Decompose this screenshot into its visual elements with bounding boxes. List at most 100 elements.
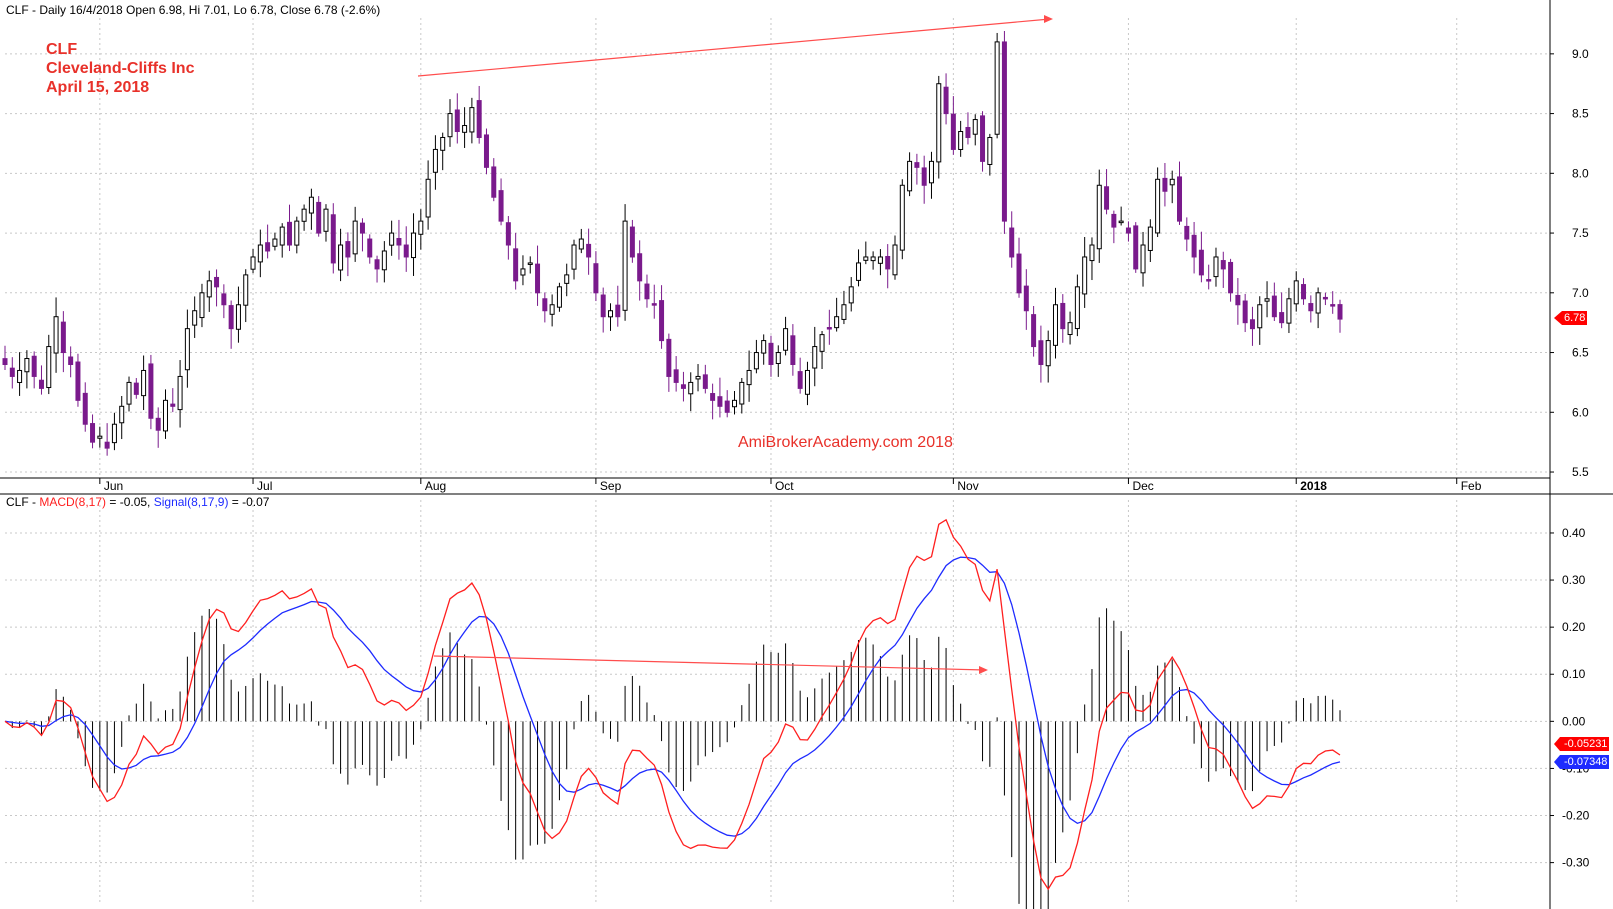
gridlines xyxy=(5,18,1550,905)
candle xyxy=(323,204,329,242)
candle xyxy=(170,388,176,413)
candle xyxy=(396,219,402,260)
candle-body xyxy=(1031,314,1037,348)
candle xyxy=(214,269,220,307)
candle-body xyxy=(753,352,759,370)
candle xyxy=(345,232,351,277)
candle xyxy=(155,407,161,448)
candle-body xyxy=(1264,298,1270,302)
x-tick-label: Sep xyxy=(600,479,622,493)
candle-body xyxy=(301,208,307,222)
candle-body xyxy=(1001,41,1007,222)
candle-body xyxy=(53,316,59,354)
candle xyxy=(483,128,489,175)
candle-body xyxy=(1133,225,1139,270)
candle-body xyxy=(1337,304,1343,320)
candle xyxy=(82,382,88,432)
candle xyxy=(1330,291,1336,314)
candle xyxy=(425,160,431,230)
candle xyxy=(17,352,23,396)
candle-body xyxy=(629,226,635,258)
indicator-lines xyxy=(4,15,1341,891)
candle-body xyxy=(921,167,927,186)
candle-body xyxy=(352,220,358,255)
candle-body xyxy=(1213,256,1219,278)
candle-body xyxy=(863,256,869,261)
candle-body xyxy=(469,107,475,133)
candle xyxy=(950,96,956,155)
candle-body xyxy=(192,310,198,326)
candle-body xyxy=(316,201,322,234)
candle xyxy=(491,158,497,202)
candle xyxy=(856,249,862,287)
candle-body xyxy=(950,113,956,150)
candle-body xyxy=(761,340,767,354)
candle xyxy=(746,350,752,402)
candle-body xyxy=(133,382,139,395)
candle xyxy=(848,277,854,312)
candle xyxy=(403,226,409,272)
candle-body xyxy=(184,328,190,371)
candle-body xyxy=(666,338,672,377)
candle xyxy=(60,311,66,373)
y-tick-label: 7.0 xyxy=(1572,286,1589,300)
candle-body xyxy=(1206,279,1212,282)
candle xyxy=(739,377,745,414)
candle xyxy=(1104,169,1110,215)
candle xyxy=(564,263,570,297)
candle-body xyxy=(768,342,774,365)
candle-body xyxy=(31,355,37,377)
candle-body xyxy=(221,293,227,306)
candle xyxy=(1038,325,1044,383)
candle xyxy=(381,241,387,283)
candle xyxy=(826,309,832,345)
candle xyxy=(907,152,913,197)
candle xyxy=(688,372,694,412)
chart-canvas: JunJulAugSepOctNovDec2018FebMarApr5.56.0… xyxy=(0,0,1613,909)
candle xyxy=(644,274,650,308)
candle xyxy=(9,357,15,389)
candle-body xyxy=(775,352,781,364)
price-trendline-arrow xyxy=(1044,15,1053,23)
x-tick-label: Dec xyxy=(1132,479,1153,493)
candle xyxy=(1301,278,1307,305)
candle xyxy=(411,213,417,276)
x-tick-label: Aug xyxy=(425,479,446,493)
candle-body xyxy=(907,160,913,192)
axes: JunJulAugSepOctNovDec2018FebMarApr5.56.0… xyxy=(0,0,1613,909)
candle xyxy=(235,286,241,343)
candle-body xyxy=(2,358,8,365)
signal-legend-name: Signal(8,17,9) xyxy=(153,495,229,509)
candle xyxy=(279,223,285,258)
candle xyxy=(1162,162,1168,207)
candle-body xyxy=(936,83,942,163)
candle-body xyxy=(119,405,125,424)
y-tick-label: 8.5 xyxy=(1572,107,1589,121)
candle xyxy=(1031,305,1037,357)
candle-body xyxy=(1177,176,1183,222)
candle xyxy=(1198,231,1204,283)
candle-body xyxy=(914,162,920,168)
candle xyxy=(1111,210,1117,244)
candle-body xyxy=(549,304,555,315)
candle xyxy=(578,228,584,254)
candle xyxy=(1257,296,1263,345)
candle xyxy=(308,188,314,230)
candle-body xyxy=(535,263,541,294)
candle xyxy=(870,251,876,270)
candle-body xyxy=(1147,226,1153,251)
candle xyxy=(221,284,227,319)
candle xyxy=(119,396,125,440)
candle-body xyxy=(1125,227,1131,234)
candle xyxy=(586,228,592,275)
candle-body xyxy=(308,196,314,214)
candle xyxy=(447,99,453,147)
candle-body xyxy=(520,268,526,276)
candle-body xyxy=(812,346,818,369)
x-tick-label: Oct xyxy=(775,479,794,493)
candle xyxy=(921,155,927,204)
candle-body xyxy=(732,399,738,408)
candle xyxy=(68,346,74,378)
candle-body xyxy=(381,250,387,271)
candle xyxy=(804,361,810,406)
